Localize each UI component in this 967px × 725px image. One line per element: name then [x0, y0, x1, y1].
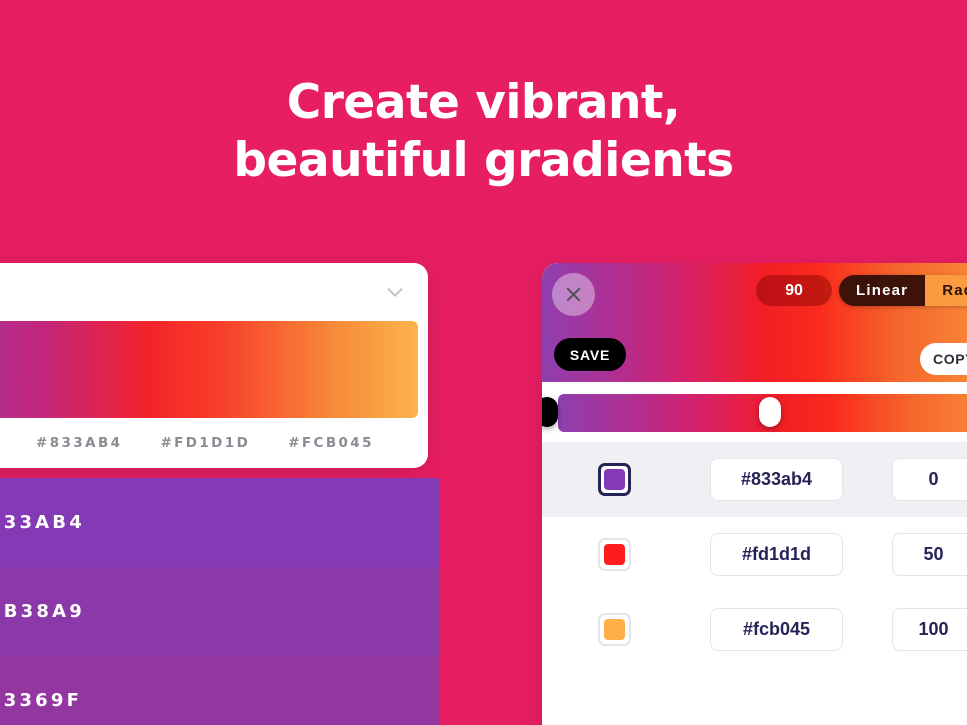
color-band-label: 833AB4: [0, 512, 85, 533]
headline-line-2: beautiful gradients: [233, 133, 734, 188]
stop-handle-0[interactable]: [542, 397, 558, 427]
preset-card[interactable]: stagram #833AB4 #FD1D1D #FCB045: [0, 263, 428, 468]
preset-hex-2: #FCB045: [288, 435, 374, 451]
gradient-type-radial[interactable]: Radial: [925, 275, 967, 306]
color-stop-list: #833ab4 0 #fd1d1d 50 #fcb045 100: [542, 442, 967, 667]
color-stop-row[interactable]: #fd1d1d 50: [542, 517, 967, 592]
color-hex-input[interactable]: #fcb045: [710, 608, 843, 651]
color-band-row[interactable]: 93369F: [0, 656, 440, 725]
page-title: Create vibrant, beautiful gradients: [0, 74, 967, 190]
angle-badge[interactable]: 90: [756, 275, 832, 306]
stop-handle-1[interactable]: [759, 397, 781, 427]
color-band-label: 93369F: [0, 690, 83, 711]
color-band-row[interactable]: 833AB4: [0, 478, 440, 567]
preset-gradient-swatch[interactable]: [0, 321, 418, 418]
color-band-list: 833AB4 8B38A9 93369F: [0, 478, 440, 725]
color-hex-input[interactable]: #833ab4: [710, 458, 843, 501]
preset-hex-0: #833AB4: [36, 435, 123, 451]
save-button[interactable]: SAVE: [554, 338, 626, 371]
color-hex-input[interactable]: #fd1d1d: [710, 533, 843, 576]
headline-line-1: Create vibrant,: [286, 75, 681, 130]
color-position-input[interactable]: 50: [892, 533, 967, 576]
color-swatch-fill: [604, 544, 625, 565]
preset-hex-1: #FD1D1D: [160, 435, 251, 451]
color-position-input[interactable]: 100: [892, 608, 967, 651]
gradient-stop-slider[interactable]: [542, 382, 967, 442]
color-swatch-fill: [604, 619, 625, 640]
close-icon: [565, 286, 582, 303]
gradient-type-toggle[interactable]: Linear Radial: [839, 275, 967, 306]
preset-title: stagram: [0, 279, 384, 305]
chevron-down-icon[interactable]: [384, 281, 406, 303]
color-swatch-button[interactable]: [598, 463, 631, 496]
preset-card-header[interactable]: stagram: [0, 263, 428, 321]
color-swatch-button[interactable]: [598, 538, 631, 571]
gradient-preview[interactable]: 90 Linear Radial SAVE COPY: [542, 263, 967, 382]
close-button[interactable]: [552, 273, 595, 316]
color-band-row[interactable]: 8B38A9: [0, 567, 440, 656]
preset-hex-list: #833AB4 #FD1D1D #FCB045: [0, 418, 428, 468]
color-position-input[interactable]: 0: [892, 458, 967, 501]
gradient-type-linear[interactable]: Linear: [839, 275, 926, 306]
color-band-label: 8B38A9: [0, 601, 85, 622]
color-stop-row[interactable]: #fcb045 100: [542, 592, 967, 667]
color-stop-row[interactable]: #833ab4 0: [542, 442, 967, 517]
gradient-editor-panel: 90 Linear Radial SAVE COPY #833ab4 0 #fd…: [542, 263, 967, 725]
color-swatch-button[interactable]: [598, 613, 631, 646]
color-swatch-fill: [604, 469, 625, 490]
copy-button[interactable]: COPY: [920, 343, 967, 375]
